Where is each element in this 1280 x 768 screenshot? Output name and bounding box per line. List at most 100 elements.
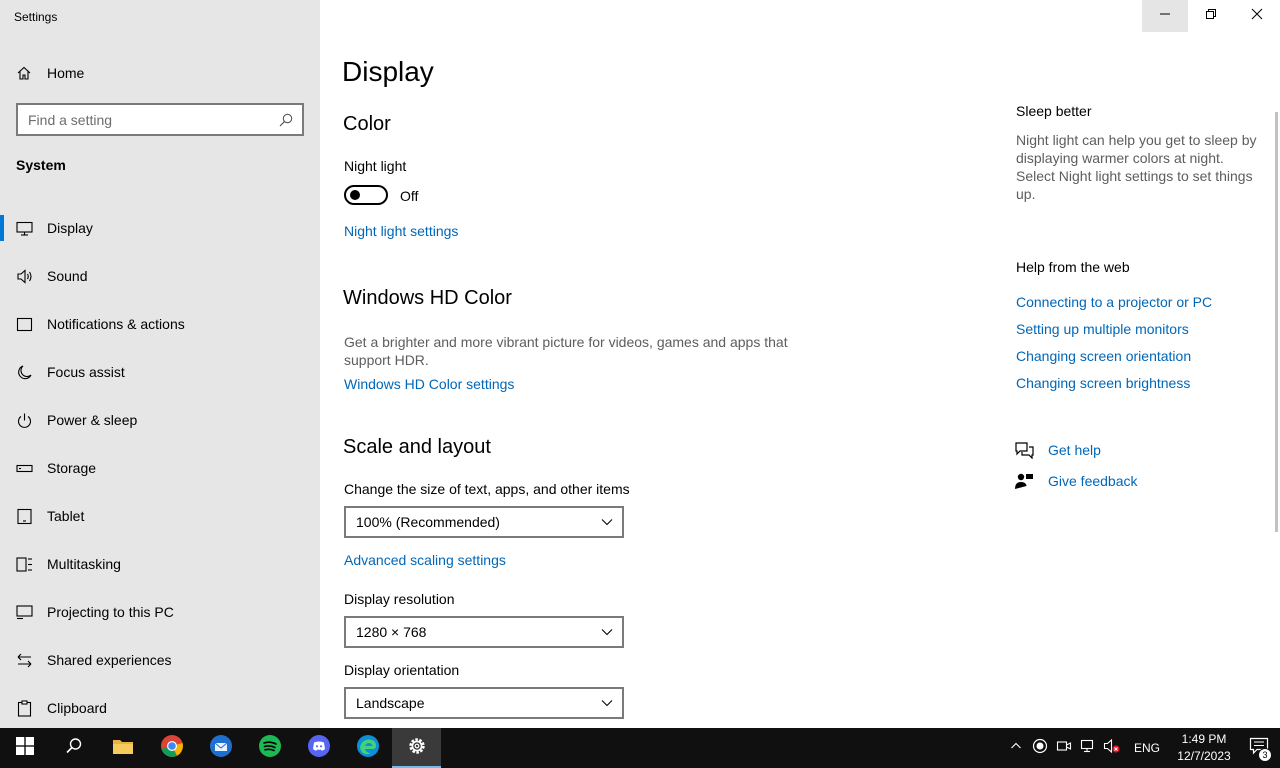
system-tray: ENG 1:49 PM 12/7/2023 3: [1004, 728, 1280, 768]
sidebar: Settings Home System Display Sound: [0, 0, 320, 728]
start-icon: [15, 736, 34, 760]
language-indicator[interactable]: ENG: [1124, 741, 1170, 755]
resolution-dropdown-value: 1280 × 768: [356, 624, 427, 640]
help-link-orientation[interactable]: Changing screen orientation: [1016, 348, 1191, 364]
spotify-button[interactable]: [245, 728, 294, 768]
camera-icon: [1056, 738, 1072, 759]
edge-button[interactable]: [343, 728, 392, 768]
spotify-icon: [258, 734, 282, 763]
night-light-settings-link[interactable]: Night light settings: [344, 223, 458, 239]
help-link-projector[interactable]: Connecting to a projector or PC: [1016, 294, 1212, 310]
give-feedback-label: Give feedback: [1048, 473, 1138, 489]
sidebar-item-power-sleep[interactable]: Power & sleep: [0, 396, 320, 444]
taskbar-clock[interactable]: 1:49 PM 12/7/2023: [1170, 731, 1238, 765]
volume-tray-button[interactable]: [1100, 728, 1124, 768]
monitor-icon: [16, 220, 33, 237]
network-tray-button[interactable]: [1076, 728, 1100, 768]
give-feedback-link[interactable]: Give feedback: [1014, 472, 1138, 490]
sidebar-item-notifications[interactable]: Notifications & actions: [0, 300, 320, 348]
home-label: Home: [47, 65, 85, 81]
sidebar-item-tablet[interactable]: Tablet: [0, 492, 320, 540]
sidebar-nav: Display Sound Notifications & actions Fo…: [0, 204, 320, 732]
home-icon: [16, 65, 32, 81]
sidebar-item-label: Projecting to this PC: [47, 604, 174, 620]
minimize-icon: [1159, 7, 1171, 25]
toggle-knob: [350, 190, 360, 200]
sidebar-item-label: Focus assist: [47, 364, 125, 380]
settings-taskbar-button[interactable]: [392, 728, 441, 768]
sidebar-item-label: Shared experiences: [47, 652, 172, 668]
sleep-better-heading: Sleep better: [1016, 103, 1092, 119]
scale-dropdown-value: 100% (Recommended): [356, 514, 500, 530]
clipboard-icon: [16, 699, 33, 717]
night-light-state: Off: [400, 188, 419, 204]
maximize-button[interactable]: [1188, 0, 1234, 32]
meet-now-button[interactable]: [1052, 728, 1076, 768]
page-title: Display: [342, 56, 434, 87]
scale-size-label: Change the size of text, apps, and other…: [344, 481, 630, 497]
clock-time: 1:49 PM: [1181, 732, 1227, 746]
sidebar-item-label: Power & sleep: [47, 412, 138, 428]
get-help-label: Get help: [1048, 442, 1101, 458]
taskbar-search-button[interactable]: [49, 728, 98, 768]
speaker-icon: [16, 268, 33, 285]
section-heading-hd-color: Windows HD Color: [343, 287, 512, 309]
search-input[interactable]: [28, 111, 278, 128]
discord-button[interactable]: [294, 728, 343, 768]
action-center-button[interactable]: 3: [1238, 728, 1280, 768]
start-button[interactable]: [0, 728, 49, 768]
sidebar-item-label: Display: [47, 220, 93, 236]
shared-experiences-icon: [16, 652, 33, 669]
get-help-link[interactable]: Get help: [1014, 441, 1101, 459]
search-icon: [65, 737, 83, 760]
hd-color-settings-link[interactable]: Windows HD Color settings: [344, 376, 514, 392]
orientation-label: Display orientation: [344, 662, 460, 678]
sidebar-item-display[interactable]: Display: [0, 204, 320, 252]
scrollbar[interactable]: [1275, 112, 1278, 532]
discord-icon: [307, 734, 331, 763]
close-button[interactable]: [1234, 0, 1280, 32]
file-explorer-button[interactable]: [98, 728, 147, 768]
resolution-dropdown[interactable]: 1280 × 768: [344, 616, 624, 648]
sidebar-item-clipboard[interactable]: Clipboard: [0, 684, 320, 732]
scale-dropdown[interactable]: 100% (Recommended): [344, 506, 624, 538]
sidebar-item-sound[interactable]: Sound: [0, 252, 320, 300]
sidebar-item-multitasking[interactable]: Multitasking: [0, 540, 320, 588]
sidebar-item-label: Tablet: [47, 508, 85, 524]
chevron-down-icon: [600, 625, 614, 639]
close-icon: [1251, 7, 1263, 25]
clock-date: 12/7/2023: [1177, 749, 1231, 763]
sidebar-item-storage[interactable]: Storage: [0, 444, 320, 492]
app-title: Settings: [14, 10, 58, 24]
orientation-dropdown[interactable]: Landscape: [344, 687, 624, 719]
feedback-icon: [1014, 472, 1034, 490]
advanced-scaling-link[interactable]: Advanced scaling settings: [344, 552, 506, 568]
restore-icon: [1205, 7, 1217, 25]
chrome-button[interactable]: [147, 728, 196, 768]
show-hidden-icons-button[interactable]: [1004, 728, 1028, 768]
thunderbird-icon: [209, 734, 233, 763]
sidebar-item-label: Notifications & actions: [47, 316, 185, 332]
help-link-brightness[interactable]: Changing screen brightness: [1016, 375, 1190, 391]
projecting-icon: [16, 604, 33, 621]
sidebar-item-shared-experiences[interactable]: Shared experiences: [0, 636, 320, 684]
sidebar-item-label: Storage: [47, 460, 97, 476]
sidebar-item-projecting[interactable]: Projecting to this PC: [0, 588, 320, 636]
volume-muted-icon: [1103, 738, 1121, 759]
night-light-toggle[interactable]: [344, 185, 388, 205]
sleep-better-text: Night light can help you get to sleep by…: [1016, 132, 1257, 202]
night-light-label: Night light: [344, 158, 407, 174]
record-tray-button[interactable]: [1028, 728, 1052, 768]
sidebar-item-focus-assist[interactable]: Focus assist: [0, 348, 320, 396]
taskbar: ENG 1:49 PM 12/7/2023 3: [0, 728, 1280, 768]
search-box[interactable]: [16, 103, 304, 136]
help-link-multiple-monitors[interactable]: Setting up multiple monitors: [1016, 321, 1189, 337]
sidebar-home[interactable]: Home: [0, 58, 320, 88]
search-icon[interactable]: [278, 112, 294, 128]
section-heading-color: Color: [343, 113, 391, 135]
section-heading-scale-layout: Scale and layout: [343, 436, 491, 458]
hd-color-description: Get a brighter and more vibrant picture …: [344, 334, 788, 368]
help-web-heading: Help from the web: [1016, 259, 1130, 275]
thunderbird-button[interactable]: [196, 728, 245, 768]
minimize-button[interactable]: [1142, 0, 1188, 32]
